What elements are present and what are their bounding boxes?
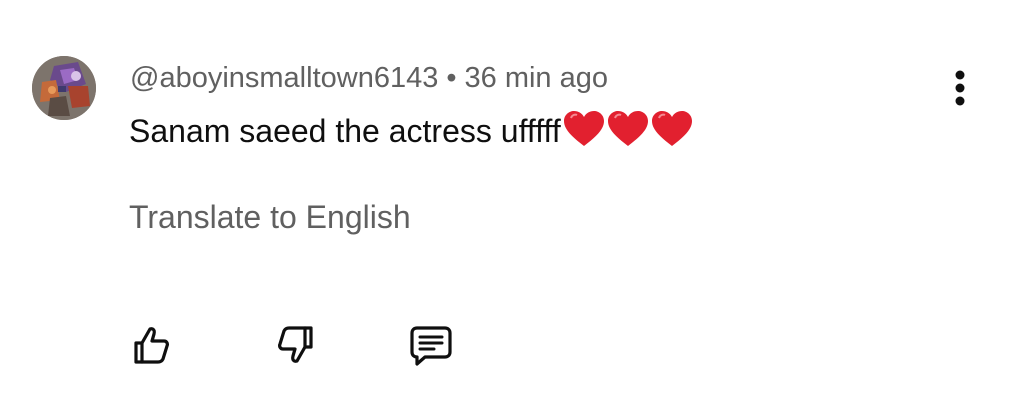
avatar[interactable] [32, 56, 96, 120]
reply-button[interactable] [408, 322, 454, 368]
avatar-image [32, 56, 96, 120]
comment-item: @aboyinsmalltown6143 • 36 min ago Sanam sa… [0, 0, 1024, 418]
separator-dot: • [446, 62, 457, 94]
red-heart-icon [607, 111, 648, 146]
more-options-button[interactable] [940, 66, 980, 110]
thumbs-down-icon [278, 326, 313, 363]
red-heart-icon [651, 111, 692, 146]
timestamp: 36 min ago [464, 62, 609, 94]
comment-header: @aboyinsmalltown6143 • 36 min ago [130, 60, 608, 96]
author-name[interactable]: @aboyinsmalltown6143 [130, 62, 438, 94]
dislike-button[interactable] [273, 322, 319, 368]
red-heart-icon [563, 111, 604, 146]
comment-reply-icon [410, 326, 452, 366]
comment-text: Sanam saeed the actress ufffff [129, 110, 695, 158]
emoji-group [563, 110, 695, 158]
like-button[interactable] [128, 322, 174, 368]
more-vertical-icon [955, 70, 965, 106]
translate-link[interactable]: Translate to English [129, 196, 411, 238]
comment-body: Sanam saeed the actress ufffff [129, 113, 561, 149]
thumbs-up-icon [134, 327, 169, 364]
